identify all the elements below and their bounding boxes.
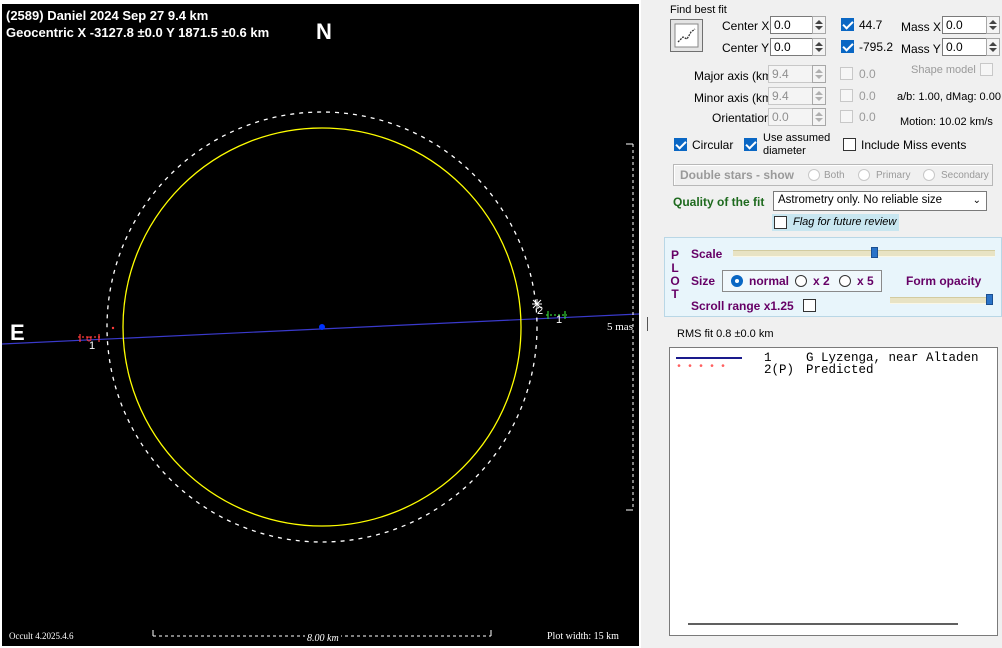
form-opacity-label: Form opacity	[906, 274, 982, 288]
scroll-range-label: Scroll range x1.25	[691, 299, 794, 313]
panel-splitter[interactable]	[647, 317, 648, 331]
scale-bar-label: 8.00 km	[305, 633, 341, 644]
find-best-fit-button[interactable]	[670, 19, 703, 52]
major-axis-input[interactable]: 9.4	[768, 65, 813, 83]
form-opacity-slider-track[interactable]	[890, 297, 993, 304]
orientation-fit-value: 0.0	[859, 110, 876, 124]
major-axis-fit-checkbox[interactable]	[840, 67, 853, 80]
shape-model-label: Shape model	[911, 64, 976, 76]
use-assumed-label-line-1: Use assumed	[763, 132, 831, 144]
find-best-fit-label: Find best fit	[670, 4, 727, 16]
plot-title-line-1: (2589) Daniel 2024 Sep 27 9.4 km	[6, 8, 209, 23]
center-y-fit-checkbox[interactable]	[841, 40, 854, 53]
mass-x-label: Mass X	[901, 20, 942, 34]
plot-letter-t: T	[671, 287, 679, 301]
circular-checkbox[interactable]	[674, 138, 687, 151]
orientation-input[interactable]: 0.0	[768, 108, 813, 126]
legend-row-predicted[interactable]: ••••• 2(P) Predicted	[670, 362, 874, 378]
scale-label: Scale	[691, 247, 723, 261]
circular-label: Circular	[692, 138, 734, 152]
scale-slider-track[interactable]	[733, 250, 995, 257]
mass-x-input[interactable]: 0.0	[942, 16, 987, 34]
observer-legend-list[interactable]: 1 G Lyzenga, near Altaden ••••• 2(P) Pre…	[669, 347, 998, 636]
use-assumed-diameter-label: Use assumed diameter	[763, 132, 830, 158]
minor-axis-spinner[interactable]	[812, 87, 826, 105]
size-x5-label: x 5	[857, 274, 874, 288]
include-miss-events-label: Include Miss events	[861, 138, 967, 152]
chord-right-number: 1	[556, 314, 563, 326]
mas-scale-label: 5 mas	[607, 321, 633, 333]
use-assumed-diameter-checkbox[interactable]	[744, 138, 757, 151]
mass-y-input[interactable]: 0.0	[942, 38, 987, 56]
double-stars-both-radio[interactable]	[808, 169, 820, 181]
rms-fit-label: RMS fit 0.8 ±0.0 km	[677, 328, 774, 340]
scale-slider-thumb[interactable]	[870, 247, 878, 258]
center-y-label: Center Y	[722, 41, 770, 55]
center-x-spinner[interactable]	[812, 16, 826, 34]
mass-y-spinner[interactable]	[986, 38, 1000, 56]
form-opacity-slider-thumb[interactable]	[986, 294, 993, 305]
fit-chart-icon	[674, 23, 699, 48]
ab-dmag-label: a/b: 1.00, dMag: 0.00	[897, 91, 1001, 103]
plot-title-line-2: Geocentric X -3127.8 ±0.0 Y 1871.5 ±0.6 …	[6, 25, 270, 40]
center-x-label: Center X	[722, 19, 770, 33]
center-y-input[interactable]: 0.0	[770, 38, 813, 56]
legend-line-swatch	[676, 357, 742, 359]
legend-horizontal-scrollbar[interactable]	[688, 623, 958, 625]
minor-axis-fit-checkbox[interactable]	[840, 89, 853, 102]
north-label: N	[316, 19, 332, 44]
orientation-fit-checkbox[interactable]	[840, 110, 853, 123]
plot-area[interactable]: (2589) Daniel 2024 Sep 27 9.4 km Geocent…	[0, 0, 641, 648]
scroll-range-checkbox[interactable]	[803, 299, 816, 312]
chord-left-number: 1	[89, 340, 96, 352]
size-x2-radio[interactable]	[795, 275, 807, 287]
major-axis-fit-value: 0.0	[859, 67, 876, 81]
center-y-fit-value: -795.2	[859, 40, 894, 54]
legend-dots-swatch: •••••	[676, 362, 732, 373]
flag-future-review-checkbox[interactable]	[774, 216, 787, 229]
double-stars-secondary-radio[interactable]	[923, 169, 935, 181]
east-label: E	[10, 320, 25, 345]
double-stars-primary-label: Primary	[876, 170, 911, 181]
center-y-spinner[interactable]	[812, 38, 826, 56]
orientation-spinner[interactable]	[812, 108, 826, 126]
plot-canvas[interactable]	[2, 4, 639, 646]
double-stars-label: Double stars - show	[680, 168, 795, 182]
size-x2-label: x 2	[813, 274, 830, 288]
double-stars-primary-radio[interactable]	[858, 169, 870, 181]
minor-axis-label: Minor axis (km)	[694, 91, 777, 105]
version-label: Occult 4.2025.4.6	[9, 631, 74, 641]
chord-right-point-number: 2	[537, 305, 544, 317]
shape-model-checkbox[interactable]	[980, 63, 993, 76]
size-normal-radio[interactable]	[731, 275, 743, 287]
legend-row-2-number: 2(P)	[764, 363, 795, 377]
minor-axis-input[interactable]: 9.4	[768, 87, 813, 105]
quality-of-fit-value: Astrometry only. No reliable size	[778, 194, 943, 206]
center-x-fit-checkbox[interactable]	[841, 18, 854, 31]
orientation-label: Orientation	[712, 111, 771, 125]
include-miss-events-checkbox[interactable]	[843, 138, 856, 151]
center-dot	[319, 324, 325, 330]
major-axis-label: Major axis (km)	[694, 69, 777, 83]
legend-row-2-text: Predicted	[806, 363, 874, 377]
plot-vertical-label: P L O T	[669, 249, 681, 301]
size-normal-label: normal	[749, 274, 790, 288]
mass-y-label: Mass Y	[901, 42, 941, 56]
mass-x-spinner[interactable]	[986, 16, 1000, 34]
chevron-down-icon: ⌄	[972, 195, 981, 206]
double-stars-secondary-label: Secondary	[941, 170, 989, 181]
quality-of-fit-select[interactable]: Astrometry only. No reliable size ⌄	[773, 191, 987, 211]
center-x-input[interactable]: 0.0	[770, 16, 813, 34]
motion-label: Motion: 10.02 km/s	[900, 116, 993, 128]
quality-of-fit-label: Quality of the fit	[673, 195, 765, 209]
size-x5-radio[interactable]	[839, 275, 851, 287]
size-label: Size	[691, 274, 716, 288]
center-x-fit-value: 44.7	[859, 18, 883, 32]
double-stars-both-label: Both	[824, 170, 845, 181]
plot-width-label: Plot width: 15 km	[547, 631, 619, 642]
minor-axis-fit-value: 0.0	[859, 89, 876, 103]
use-assumed-label-line-2: diameter	[763, 145, 806, 157]
flag-future-review-label: Flag for future review	[793, 216, 897, 228]
major-axis-spinner[interactable]	[812, 65, 826, 83]
